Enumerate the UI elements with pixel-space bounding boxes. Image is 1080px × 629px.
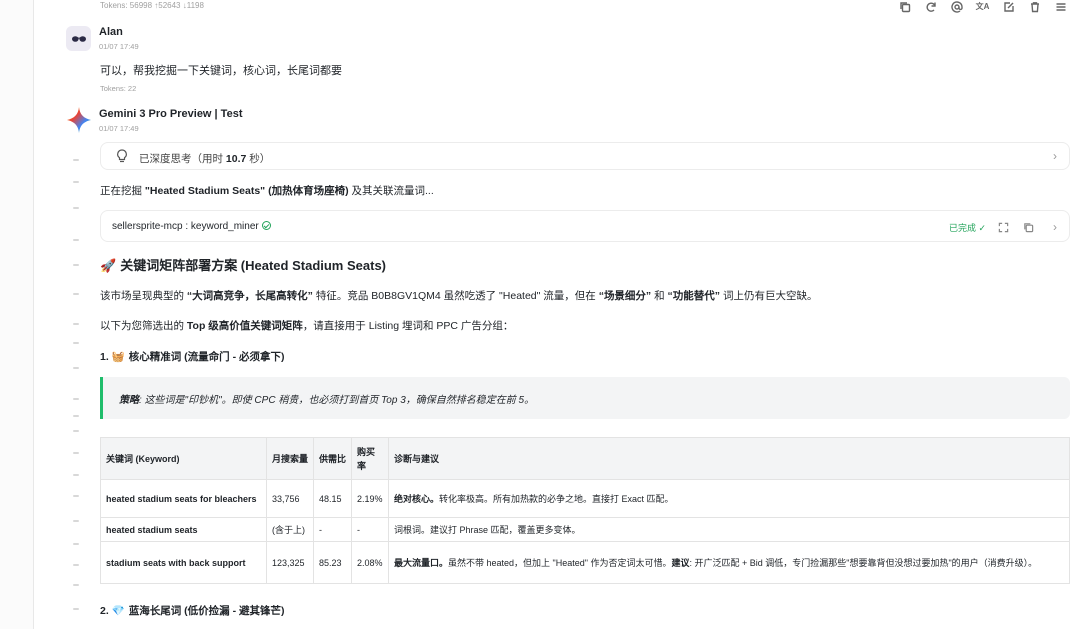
user-avatar bbox=[66, 26, 91, 51]
refresh-icon[interactable] bbox=[923, 0, 938, 13]
copy-icon[interactable] bbox=[1023, 220, 1035, 233]
header-keyword: 关键词 (Keyword) bbox=[100, 437, 267, 480]
left-rail bbox=[0, 0, 34, 629]
diagnosis-cell: 最大流量口。虽然不带 heated，但加上 "Heated" 作为否定词太可惜。… bbox=[388, 541, 1070, 584]
edit-icon[interactable] bbox=[1001, 0, 1016, 13]
user-message-text: 可以，帮我挖掘一下关键词，核心词，长尾词都要 bbox=[100, 65, 342, 77]
user-name: Alan bbox=[99, 26, 123, 38]
gemini-logo-icon bbox=[67, 107, 91, 133]
delete-icon[interactable] bbox=[1027, 0, 1042, 13]
section2-heading: 2. 💎 蓝海长尾词 (低价捡漏 - 避其锋芒) bbox=[100, 605, 285, 617]
rate-cell: - bbox=[351, 517, 389, 542]
market-analysis-paragraph: 该市场呈现典型的 “大词高竞争，长尾高转化” 特征。竞品 B0B8GV1QM4 … bbox=[100, 290, 818, 302]
table-row: heated stadium seats for bleachers 33,75… bbox=[100, 479, 1070, 518]
ratio-cell: 48.15 bbox=[313, 479, 352, 518]
rate-cell: 2.19% bbox=[351, 479, 389, 518]
volume-cell: (含于上) bbox=[266, 517, 314, 542]
ratio-cell: - bbox=[313, 517, 352, 542]
assistant-message-date: 01/07 17:49 bbox=[99, 124, 139, 133]
menu-icon[interactable] bbox=[1053, 0, 1068, 13]
strategy-blockquote: 策略: 这些词是"印钞机"。即使 CPC 稍贵，也必须打到首页 Top 3，确保… bbox=[100, 377, 1070, 419]
tool-call-card[interactable]: sellersprite-mcp : keyword_miner 已完成 ✓ › bbox=[100, 210, 1070, 242]
copy-icon[interactable] bbox=[897, 0, 912, 13]
volume-cell: 123,325 bbox=[266, 541, 314, 584]
message-gutter bbox=[70, 150, 84, 629]
keyword-cell: heated stadium seats for bleachers bbox=[100, 479, 267, 518]
translate-icon[interactable]: 文A bbox=[975, 0, 990, 13]
user-message-tokens: Tokens: 22 bbox=[100, 84, 137, 93]
keyword-cell: heated stadium seats bbox=[100, 517, 267, 542]
rocket-icon: 🚀 bbox=[100, 258, 117, 273]
chevron-right-icon: › bbox=[1053, 149, 1057, 163]
previous-message-tokens: Tokens: 56998 ↑52643 ↓1198 bbox=[100, 1, 204, 10]
table-header-row: 关键词 (Keyword) 月搜索量 供需比 购买率 诊断与建议 bbox=[100, 437, 1070, 480]
strategy-text: 策略: 这些词是"印钞机"。即使 CPC 稍贵，也必须打到首页 Top 3，确保… bbox=[119, 395, 535, 406]
diagnosis-cell: 绝对核心。转化率极高。所有加热款的必争之地。直接打 Exact 匹配。 bbox=[388, 479, 1070, 518]
header-diagnosis: 诊断与建议 bbox=[388, 437, 1070, 480]
thinking-collapse[interactable]: 已深度思考（用时 10.7 秒） › bbox=[100, 142, 1070, 170]
rate-cell: 2.08% bbox=[351, 541, 389, 584]
matrix-intro-paragraph: 以下为您筛选出的 Top 级高价值关键词矩阵，请直接用于 Listing 埋词和… bbox=[100, 320, 514, 332]
thinking-summary: 已深度思考（用时 10.7 秒） bbox=[139, 153, 271, 165]
diagnosis-cell: 词根词。建议打 Phrase 匹配，覆盖更多变体。 bbox=[388, 517, 1070, 542]
tool-status: 已完成 ✓ bbox=[949, 223, 987, 233]
ratio-cell: 85.23 bbox=[313, 541, 352, 584]
check-circle-icon bbox=[261, 221, 271, 230]
assistant-name: Gemini 3 Pro Preview | Test bbox=[99, 108, 243, 120]
basket-icon: 🧺 bbox=[111, 351, 125, 363]
keyword-table: 关键词 (Keyword) 月搜索量 供需比 购买率 诊断与建议 heated … bbox=[100, 437, 1070, 584]
intro-text: 正在挖掘 "Heated Stadium Seats" (加热体育场座椅) 及其… bbox=[100, 185, 434, 197]
expand-icon[interactable] bbox=[998, 220, 1010, 233]
lightbulb-icon bbox=[117, 149, 127, 163]
chevron-right-icon[interactable]: › bbox=[1053, 220, 1057, 234]
header-monthly-search: 月搜索量 bbox=[266, 437, 314, 480]
table-row: stadium seats with back support 123,325 … bbox=[100, 541, 1070, 584]
volume-cell: 33,756 bbox=[266, 479, 314, 518]
plan-heading: 🚀 关键词矩阵部署方案 (Heated Stadium Seats) bbox=[100, 258, 387, 273]
gem-icon: 💎 bbox=[111, 605, 125, 617]
section1-heading: 1. 🧺 核心精准词 (流量命门 - 必须拿下) bbox=[100, 351, 285, 363]
header-supply-demand: 供需比 bbox=[313, 437, 352, 480]
header-purchase-rate: 购买率 bbox=[351, 437, 389, 480]
sunglasses-icon bbox=[71, 35, 86, 42]
user-message-date: 01/07 17:49 bbox=[99, 42, 139, 51]
tool-name: sellersprite-mcp : keyword_miner bbox=[112, 221, 271, 232]
keyword-cell: stadium seats with back support bbox=[100, 541, 267, 584]
mention-icon[interactable] bbox=[949, 0, 964, 13]
table-row: heated stadium seats (含于上) - - 词根词。建议打 P… bbox=[100, 517, 1070, 542]
message-toolbar: 文A bbox=[897, 0, 1068, 13]
